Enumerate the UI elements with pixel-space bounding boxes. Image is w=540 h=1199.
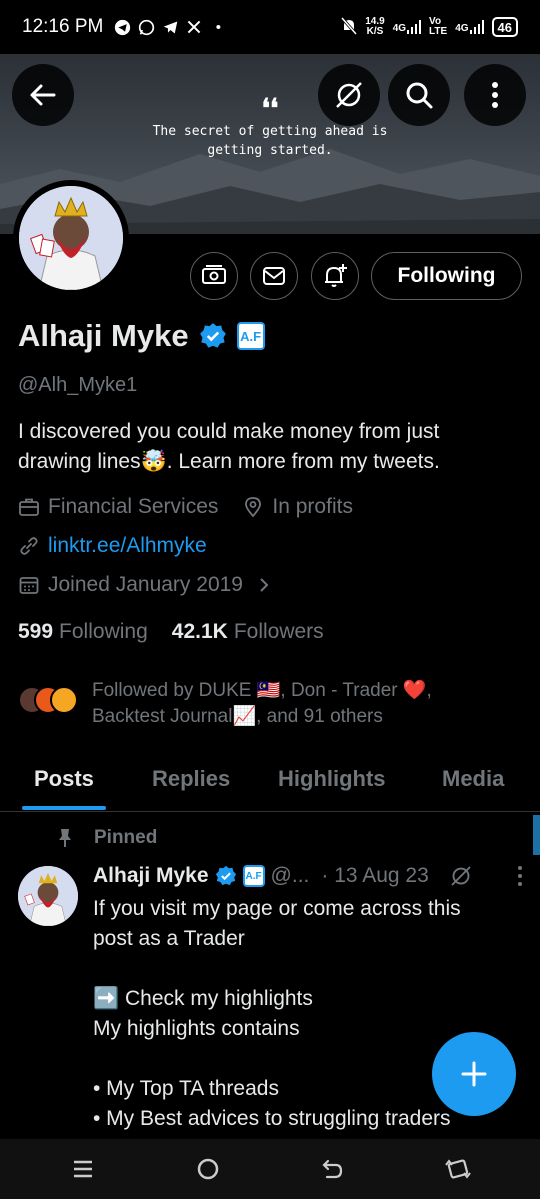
- profile-tabs: Posts Replies Highlights Media: [0, 750, 540, 812]
- back-arrow-icon: [321, 1159, 342, 1179]
- status-time: 12:16 PM: [22, 16, 104, 37]
- scroll-indicator: [533, 815, 540, 855]
- profile-avatar[interactable]: [13, 180, 129, 296]
- following-count-link[interactable]: 599 Following: [18, 620, 148, 644]
- telegram-icon: [113, 18, 131, 36]
- network-speed: 14.9 K/S: [365, 16, 385, 37]
- grok-icon: [336, 82, 362, 108]
- money-icon: [202, 265, 226, 284]
- profile-joined: Joined January 2019: [48, 573, 243, 596]
- pin-icon: [59, 829, 71, 847]
- follow-counts: 599 Following 42.1K Followers: [18, 620, 324, 644]
- tweet-author-name[interactable]: Alhaji Myke: [93, 864, 209, 888]
- back-button[interactable]: [12, 64, 74, 126]
- tweet-header: Alhaji Myke A.F @... · 13 Aug 23: [93, 864, 523, 888]
- whatsapp-icon: [137, 18, 155, 36]
- profile-name-row: Alhaji Myke A.F: [18, 318, 265, 354]
- notify-button[interactable]: [311, 252, 359, 300]
- quote-mark: ❛❛: [261, 94, 279, 124]
- compose-button[interactable]: [432, 1032, 516, 1116]
- recent-apps-button[interactable]: [63, 1149, 103, 1189]
- pinned-label: Pinned: [56, 827, 157, 849]
- following-button[interactable]: Following: [371, 252, 522, 300]
- profile-link[interactable]: linktr.ee/Alhmyke: [48, 534, 207, 558]
- tab-replies[interactable]: Replies: [152, 766, 230, 792]
- tip-button[interactable]: [190, 252, 238, 300]
- home-button[interactable]: [188, 1149, 228, 1189]
- tweet-author-avatar[interactable]: [18, 866, 78, 926]
- briefcase-icon: [18, 496, 40, 518]
- location-pin-icon: [242, 496, 264, 518]
- avatar-illustration: [18, 866, 78, 926]
- follower-avatar: [50, 686, 78, 714]
- profile-link-row: linktr.ee/Alhmyke: [18, 534, 207, 558]
- chevron-right-icon: [253, 574, 275, 596]
- avatar-illustration: [19, 186, 123, 290]
- verified-badge-icon[interactable]: [199, 322, 227, 350]
- affiliate-badge: A.F: [242, 865, 265, 887]
- tweet-more-icon[interactable]: [517, 865, 523, 887]
- plus-icon: [461, 1061, 487, 1087]
- calendar-icon: [18, 574, 40, 596]
- tab-posts[interactable]: Posts: [34, 766, 94, 792]
- arrow-left-icon: [30, 84, 56, 106]
- x-logo-icon: [185, 18, 203, 36]
- menu-lines-icon: [73, 1160, 92, 1178]
- status-bar: 12:16 PM • 14.9 K/S 4G Vo LTE 4G 46: [0, 0, 540, 54]
- rotate-button[interactable]: [438, 1149, 478, 1189]
- message-button[interactable]: [250, 252, 298, 300]
- tweet-date: · 13 Aug 23: [321, 864, 429, 887]
- tweet-author-handle: @...: [270, 864, 310, 887]
- active-tab-indicator: [22, 806, 106, 810]
- mute-icon: [341, 16, 358, 38]
- signal-4g-icon: 4G: [393, 20, 422, 34]
- followers-count-link[interactable]: 42.1K Followers: [172, 620, 324, 644]
- profile-name: Alhaji Myke: [18, 318, 189, 353]
- envelope-icon: [263, 267, 285, 285]
- battery-indicator: 46: [491, 17, 518, 37]
- telegram-plane-icon: [161, 18, 179, 36]
- notification-dot-icon: •: [215, 18, 221, 36]
- profile-category: Financial Services: [48, 495, 219, 518]
- search-button[interactable]: [388, 64, 450, 126]
- profile-handle: @Alh_Myke1: [18, 374, 138, 396]
- more-options-button[interactable]: [464, 64, 526, 126]
- search-icon: [406, 82, 433, 109]
- bell-plus-icon: [325, 264, 347, 287]
- rotate-icon: [444, 1159, 471, 1179]
- system-nav-bar: [0, 1139, 540, 1199]
- grok-button[interactable]: [318, 64, 380, 126]
- profile-joined-row[interactable]: Joined January 2019: [18, 573, 283, 597]
- link-icon: [18, 535, 40, 557]
- affiliate-badge[interactable]: A.F: [236, 322, 265, 350]
- banner-quote: The secret of getting ahead is getting s…: [152, 124, 388, 158]
- tab-highlights[interactable]: Highlights: [278, 766, 386, 792]
- profile-bio: I discovered you could make money from j…: [18, 420, 440, 473]
- back-nav-button[interactable]: [313, 1149, 353, 1189]
- signal-4g-icon-2: 4G: [455, 20, 484, 34]
- profile-location: In profits: [272, 495, 353, 518]
- followed-by-avatars[interactable]: [18, 678, 88, 718]
- tab-media[interactable]: Media: [442, 766, 504, 792]
- volte-label: Vo LTE: [429, 16, 448, 37]
- home-circle-icon: [197, 1158, 218, 1180]
- followed-by-text[interactable]: Followed by DUKE 🇲🇾, Don - Trader ❤️, Ba…: [92, 678, 532, 730]
- grok-icon[interactable]: [449, 864, 473, 888]
- more-vertical-icon: [492, 82, 498, 108]
- verified-badge-icon: [215, 865, 236, 886]
- profile-meta-row: Financial Services In profits: [18, 495, 353, 519]
